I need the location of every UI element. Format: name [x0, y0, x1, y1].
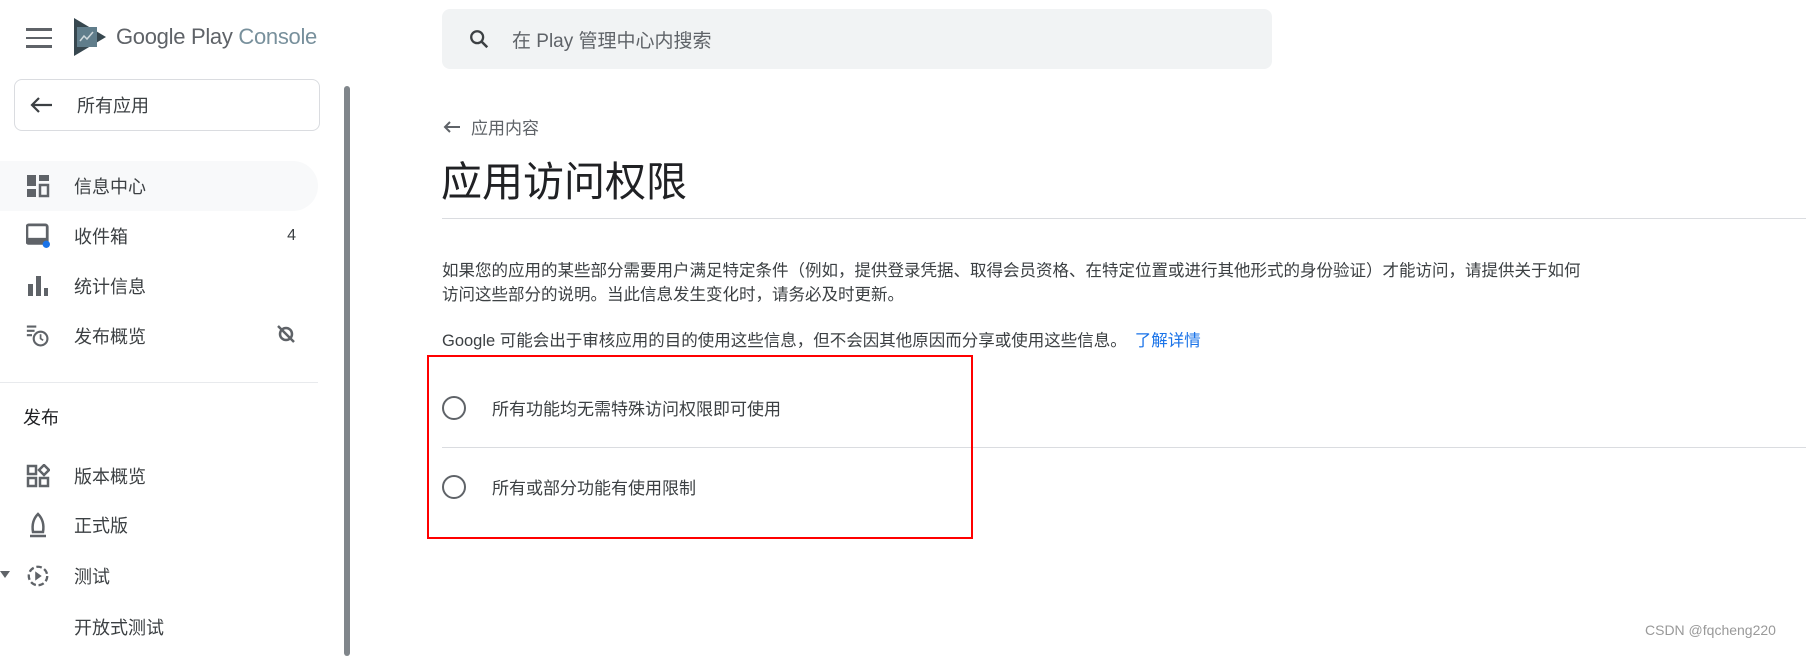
sidebar-item-release-overview[interactable]: 版本概览 [0, 451, 318, 501]
search-input[interactable]: 在 Play 管理中心内搜索 [442, 9, 1272, 69]
production-icon [26, 512, 50, 538]
arrow-back-icon [443, 120, 460, 133]
inbox-icon [26, 223, 50, 248]
testing-icon [26, 564, 50, 588]
google-usage-note: Google 可能会出于审核应用的目的使用这些信息，但不会因其他原因而分享或使用… [442, 332, 1201, 350]
page-title: 应用访问权限 [441, 159, 687, 205]
all-apps-button[interactable]: 所有应用 [14, 79, 320, 131]
dashboard-icon [26, 174, 50, 198]
watermark: CSDN @fqcheng220 [1645, 622, 1776, 638]
sidebar-item-testing[interactable]: 测试 [0, 551, 318, 601]
release-overview-icon [26, 464, 50, 488]
inbox-count-badge: 4 [287, 227, 296, 244]
logo-text: Google Play Console [116, 24, 317, 49]
sidebar-item-statistics[interactable]: 统计信息 [0, 261, 318, 311]
sync-disabled-icon [276, 324, 296, 349]
arrow-back-icon [30, 97, 52, 113]
all-apps-label: 所有应用 [77, 96, 149, 116]
sidebar-divider [0, 382, 318, 383]
highlight-annotation-box [427, 355, 973, 539]
breadcrumb-app-content[interactable]: 应用内容 [443, 114, 539, 139]
sidebar-item-inbox[interactable]: 收件箱 4 [0, 211, 318, 261]
sidebar-scrollbar[interactable] [344, 86, 350, 656]
sidebar-section-release: 发布 [23, 408, 59, 428]
menu-icon[interactable] [26, 28, 52, 48]
play-console-logo-icon [74, 18, 106, 56]
publishing-overview-icon [26, 324, 50, 348]
search-icon [470, 30, 489, 49]
bar-chart-icon [26, 274, 50, 298]
sidebar-item-publishing-overview[interactable]: 发布概览 [0, 311, 318, 361]
description-text: 如果您的应用的某些部分需要用户满足特定条件（例如，提供登录凭据、取得会员资格、在… [442, 262, 1581, 304]
search-placeholder: 在 Play 管理中心内搜索 [512, 30, 712, 52]
google-play-console-logo[interactable]: Google Play Console [74, 18, 317, 56]
title-divider [442, 218, 1806, 219]
sidebar-item-production[interactable]: 正式版 [0, 500, 318, 550]
sidebar-item-open-testing[interactable]: 开放式测试 [0, 602, 318, 652]
learn-more-link[interactable]: 了解详情 [1135, 332, 1201, 350]
sidebar-item-dashboard[interactable]: 信息中心 [0, 161, 318, 211]
